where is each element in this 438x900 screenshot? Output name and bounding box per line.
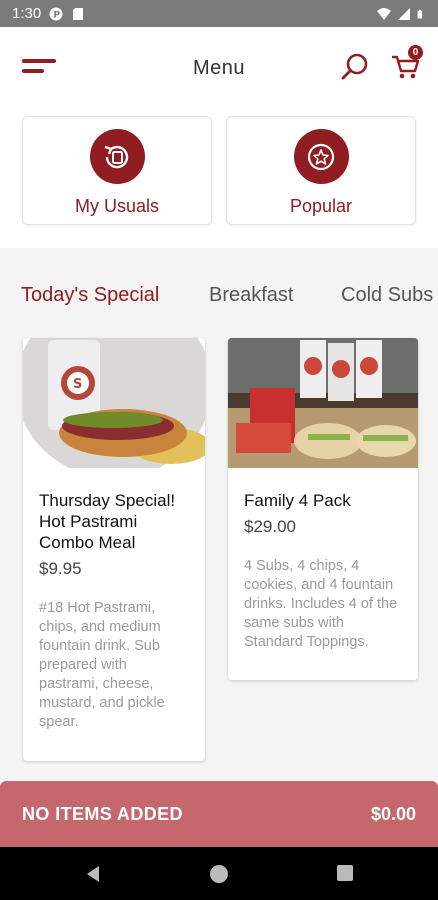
view-cart-bar[interactable]: NO ITEMS ADDED $0.00 bbox=[0, 781, 438, 847]
item-description: 4 Subs, 4 chips, 4 cookies, and 4 founta… bbox=[244, 558, 398, 650]
status-bar: 1:30 P bbox=[0, 0, 438, 27]
menu-item-card[interactable]: Family 4 Pack $29.00 4 Subs, 4 chips, 4 … bbox=[228, 338, 418, 680]
menu-content: Today's Special Breakfast Cold Subs S Th… bbox=[0, 248, 438, 780]
svg-text:P: P bbox=[54, 10, 61, 20]
my-usuals-label: My Usuals bbox=[74, 196, 159, 216]
back-icon[interactable] bbox=[84, 865, 102, 883]
item-price: $29.00 bbox=[244, 517, 296, 536]
item-price: $9.95 bbox=[39, 559, 82, 578]
system-nav-bar bbox=[0, 847, 438, 900]
cart-total: $0.00 bbox=[370, 803, 416, 824]
item-name: Family 4 Pack bbox=[244, 491, 351, 510]
cart-count-badge: 0 bbox=[408, 45, 423, 60]
my-usuals-button[interactable]: My Usuals bbox=[22, 116, 212, 225]
menu-item-card[interactable]: S Thursday Special! Hot Pastrami Combo M… bbox=[23, 338, 205, 761]
item-photo-family-pack bbox=[228, 338, 418, 468]
svg-text:S: S bbox=[73, 377, 82, 392]
tab-todays-special[interactable]: Today's Special bbox=[21, 284, 159, 307]
battery-icon bbox=[417, 9, 423, 18]
item-description: #18 Hot Pastrami, chips, and medium foun… bbox=[39, 600, 165, 730]
signal-icon bbox=[398, 7, 410, 20]
star-icon bbox=[293, 129, 349, 184]
page-title: Menu bbox=[192, 57, 246, 79]
status-time: 1:30 bbox=[12, 5, 42, 22]
refresh-cup-icon bbox=[89, 129, 145, 184]
top-app-bar: Menu 0 bbox=[0, 27, 438, 109]
tab-cold-subs[interactable]: Cold Subs bbox=[341, 284, 433, 307]
popular-label: Popular bbox=[289, 196, 353, 216]
sd-card-icon bbox=[73, 7, 84, 20]
item-photo-pastrami: S bbox=[23, 338, 205, 468]
cart-status-text: NO ITEMS ADDED bbox=[22, 803, 183, 824]
tab-breakfast[interactable]: Breakfast bbox=[209, 284, 293, 307]
category-tabs: Today's Special Breakfast Cold Subs bbox=[0, 278, 438, 314]
wifi-icon bbox=[377, 7, 391, 20]
search-icon[interactable] bbox=[340, 51, 372, 83]
app-notification-icon: P bbox=[49, 7, 63, 20]
item-name: Thursday Special! Hot Pastrami Combo Mea… bbox=[39, 491, 176, 552]
popular-button[interactable]: Popular bbox=[226, 116, 416, 225]
recents-icon[interactable] bbox=[337, 865, 353, 881]
home-icon[interactable] bbox=[210, 865, 228, 883]
